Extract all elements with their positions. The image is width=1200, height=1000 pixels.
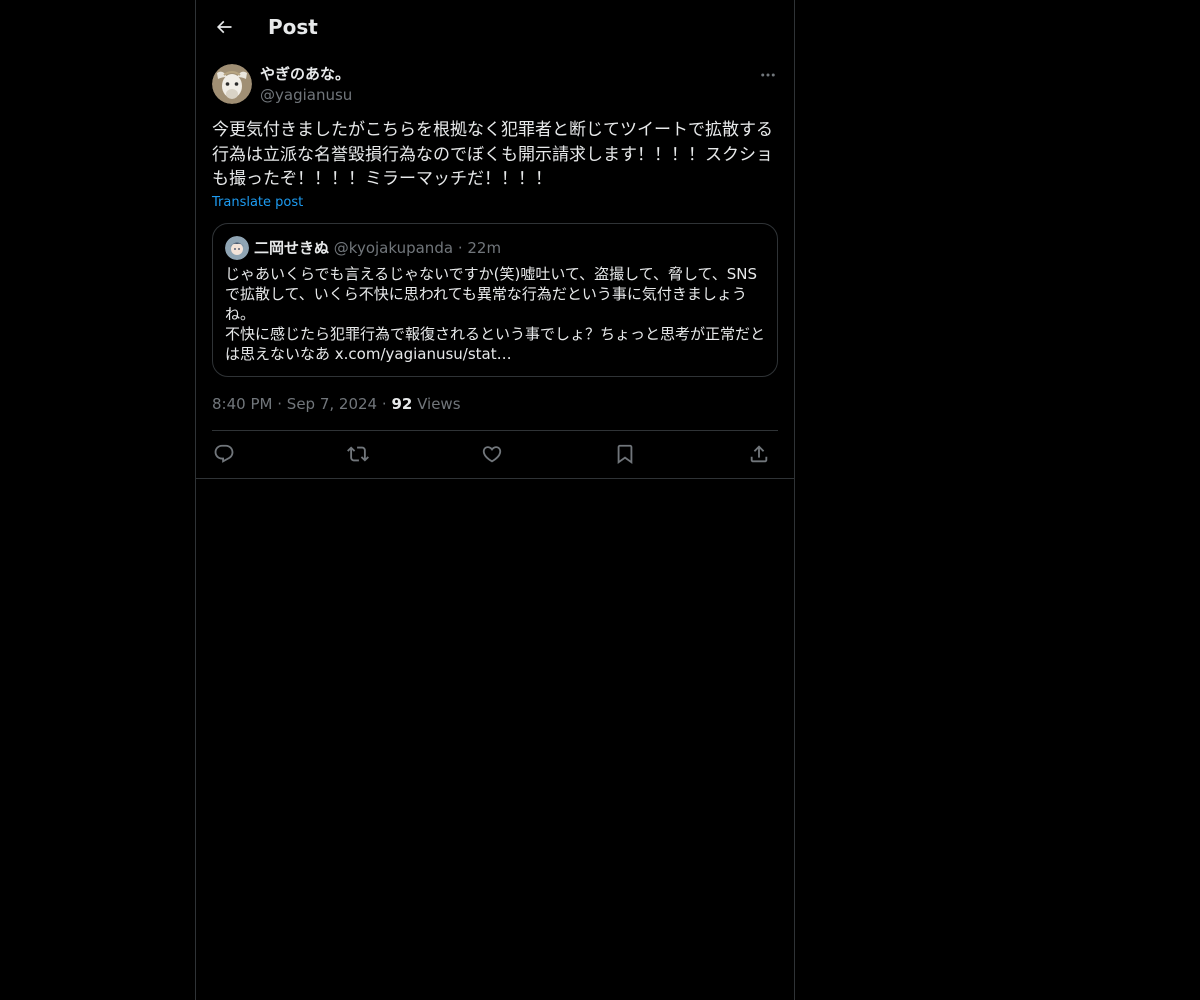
meta-separator: · (381, 395, 387, 413)
quote-avatar (225, 236, 249, 260)
avatar[interactable] (212, 64, 252, 104)
back-button[interactable] (208, 11, 240, 43)
share-button[interactable] (747, 442, 771, 466)
meta-separator: · (277, 395, 283, 413)
bookmark-button[interactable] (613, 442, 637, 466)
action-bar (212, 431, 778, 478)
repost-button[interactable] (346, 442, 370, 466)
translate-post-link[interactable]: Translate post (212, 194, 303, 212)
bookmark-icon (617, 444, 633, 465)
post-time[interactable]: 8:40 PM (212, 395, 272, 413)
views-count: 92 (391, 395, 413, 413)
quote-handle: @kyojakupanda (333, 239, 454, 257)
quoted-post[interactable]: 二岡せきぬ @kyojakupanda · 22m じゃあいくらでも言えるじゃな… (212, 223, 778, 377)
post-text: 今更気付きましたがこちらを根拠なく犯罪者と断じてツイートで拡散する 行為は立派な… (212, 120, 773, 189)
page-title: Post (268, 15, 318, 39)
reply-icon (214, 444, 234, 463)
post-detail-column: Post やぎのあな。 @yagianusu 今更気付きましたがこちらを根拠なく… (195, 0, 795, 1000)
like-button[interactable] (480, 442, 504, 466)
goat-avatar-image (212, 64, 252, 104)
post-meta: 8:40 PM · Sep 7, 2024 · 92 Views (212, 394, 461, 414)
quote-time: 22m (467, 239, 502, 257)
quote-meta: 二岡せきぬ @kyojakupanda · 22m (254, 238, 501, 258)
quote-separator: · (457, 239, 463, 257)
quote-display-name: 二岡せきぬ (254, 239, 330, 257)
quote-text: じゃあいくらでも言えるじゃないですか(笑)嘘吐いて、盗撮して、脅して、SNS で… (225, 265, 766, 363)
more-options-button[interactable] (756, 64, 780, 86)
author-handle[interactable]: @yagianusu (260, 85, 352, 105)
anime-avatar-image (225, 236, 249, 260)
post-date[interactable]: Sep 7, 2024 (287, 395, 377, 413)
divider (196, 478, 794, 479)
repost-icon (347, 446, 369, 462)
author-display-name[interactable]: やぎのあな。 (260, 64, 350, 84)
heart-icon (482, 446, 502, 463)
page-header: Post (196, 0, 794, 54)
share-icon (750, 445, 768, 463)
reply-button[interactable] (212, 442, 236, 466)
more-icon (761, 73, 775, 77)
arrow-left-icon (216, 20, 232, 34)
views-label: Views (417, 395, 461, 413)
